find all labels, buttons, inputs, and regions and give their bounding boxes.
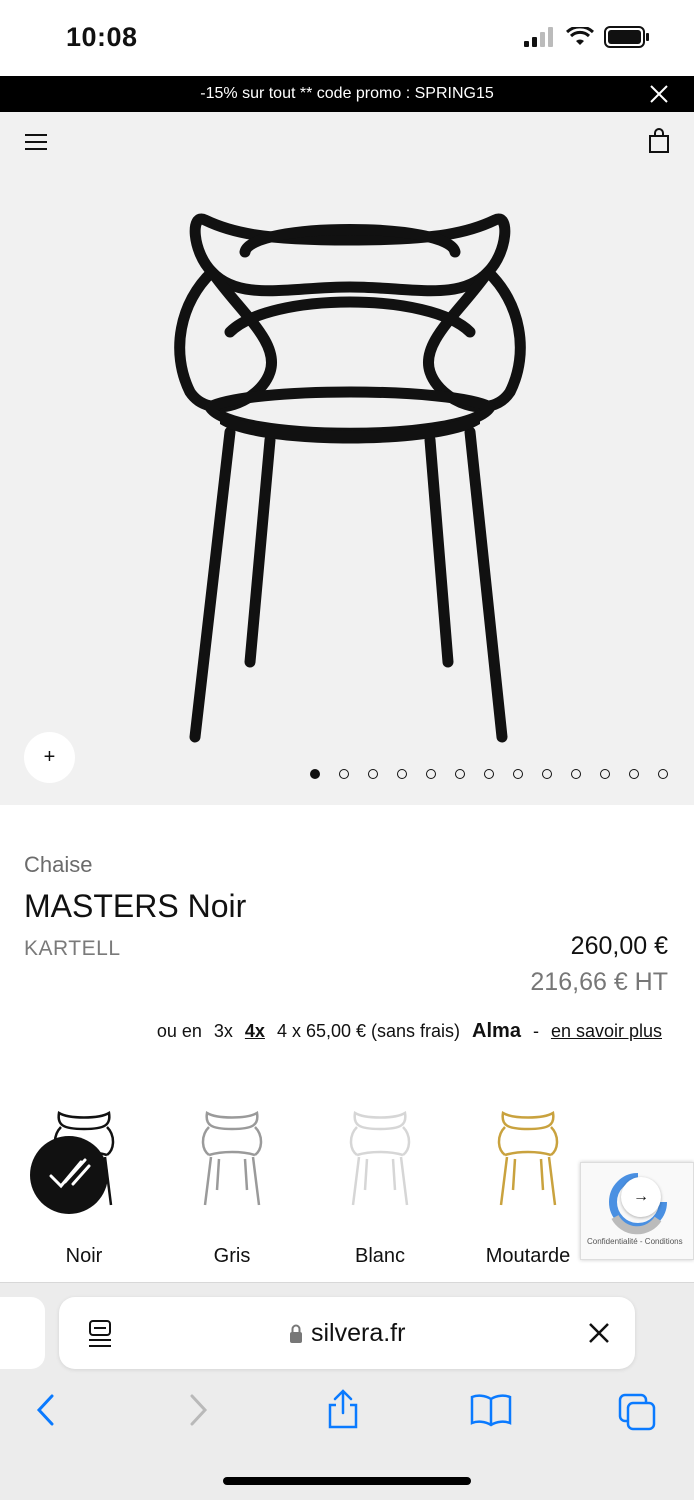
product-gallery[interactable]: + — [0, 172, 694, 805]
product-price: 260,00 € — [570, 932, 668, 960]
swatch-label: Moutarde — [485, 1245, 571, 1267]
chair-thumbnail — [497, 1110, 559, 1206]
promo-text: -15% sur tout ** code promo : SPRING15 — [200, 85, 494, 102]
gallery-dot[interactable] — [629, 769, 639, 779]
gallery-dot[interactable] — [310, 769, 320, 779]
gallery-dot[interactable] — [368, 769, 378, 779]
alma-logo: Alma — [472, 1020, 521, 1042]
gallery-dot[interactable] — [571, 769, 581, 779]
gallery-dot[interactable] — [455, 769, 465, 779]
close-icon[interactable] — [587, 1321, 611, 1345]
zoom-button[interactable]: + — [24, 732, 75, 783]
reader-mode-icon[interactable] — [87, 1319, 113, 1349]
swatch-label: Gris — [213, 1245, 251, 1267]
chair-thumbnail — [201, 1110, 263, 1206]
gallery-dot[interactable] — [658, 769, 668, 779]
battery-icon — [604, 26, 649, 48]
alma-option-3x[interactable]: 3x — [214, 1021, 233, 1042]
arrow-right-icon[interactable]: → — [621, 1177, 661, 1217]
site-header — [0, 112, 694, 172]
wifi-icon — [566, 27, 594, 45]
close-icon[interactable] — [648, 83, 670, 105]
swatch-moutarde[interactable]: Moutarde — [468, 1105, 588, 1268]
share-icon[interactable] — [326, 1389, 360, 1429]
menu-icon[interactable] — [24, 132, 48, 152]
browser-toolbar — [0, 1387, 694, 1447]
signal-icon — [524, 27, 553, 47]
alma-separator: - — [532, 1021, 539, 1041]
recaptcha-badge[interactable]: → Confidentialité - Conditions — [580, 1162, 694, 1260]
gallery-dot[interactable] — [513, 769, 523, 779]
bookmarks-icon[interactable] — [470, 1393, 512, 1427]
promo-banner: -15% sur tout ** code promo : SPRING15 — [0, 76, 694, 112]
gallery-dot[interactable] — [484, 769, 494, 779]
forward-icon[interactable] — [186, 1393, 210, 1427]
product-price-ht: 216,66 € HT — [530, 968, 668, 996]
product-category: Chaise — [24, 852, 93, 877]
chair-thumbnail — [349, 1110, 411, 1206]
previous-tab[interactable] — [0, 1297, 45, 1369]
gallery-pagination — [310, 769, 668, 779]
swatch-gris[interactable]: Gris — [172, 1105, 292, 1268]
product-image — [174, 213, 526, 743]
status-time: 10:08 — [66, 22, 138, 52]
gallery-dot[interactable] — [600, 769, 610, 779]
url-display[interactable]: silvera.fr — [289, 1319, 405, 1348]
selected-check-icon — [30, 1136, 108, 1214]
alma-payment-widget: ou en 3x 4x 4 x 65,00 € (sans frais) Alm… — [157, 1020, 662, 1043]
alma-detail: 4 x 65,00 € (sans frais) — [276, 1021, 461, 1041]
url-text: silvera.fr — [311, 1319, 406, 1347]
swatch-blanc[interactable]: Blanc — [320, 1105, 440, 1268]
status-icons — [524, 26, 650, 48]
recaptcha-text: Confidentialité - Conditions — [587, 1237, 683, 1246]
alma-learn-more-link[interactable]: en savoir plus — [551, 1021, 662, 1042]
home-indicator — [223, 1477, 471, 1485]
gallery-dot[interactable] — [339, 769, 349, 779]
swatch-label: Noir — [65, 1245, 103, 1267]
back-icon[interactable] — [34, 1393, 58, 1427]
swatch-label: Blanc — [354, 1245, 406, 1267]
tabs-icon[interactable] — [618, 1393, 658, 1431]
shopping-bag-icon[interactable] — [648, 128, 670, 154]
lock-icon — [290, 1324, 302, 1343]
alma-prefix: ou en — [156, 1021, 202, 1041]
gallery-dot[interactable] — [426, 769, 436, 779]
status-bar: 10:08 — [0, 0, 694, 76]
product-title: MASTERS Noir — [24, 888, 247, 924]
gallery-dot[interactable] — [542, 769, 552, 779]
address-bar[interactable]: silvera.fr — [59, 1297, 635, 1369]
alma-option-4x[interactable]: 4x — [245, 1021, 265, 1042]
browser-chrome: silvera.fr — [0, 1282, 694, 1500]
gallery-dot[interactable] — [397, 769, 407, 779]
